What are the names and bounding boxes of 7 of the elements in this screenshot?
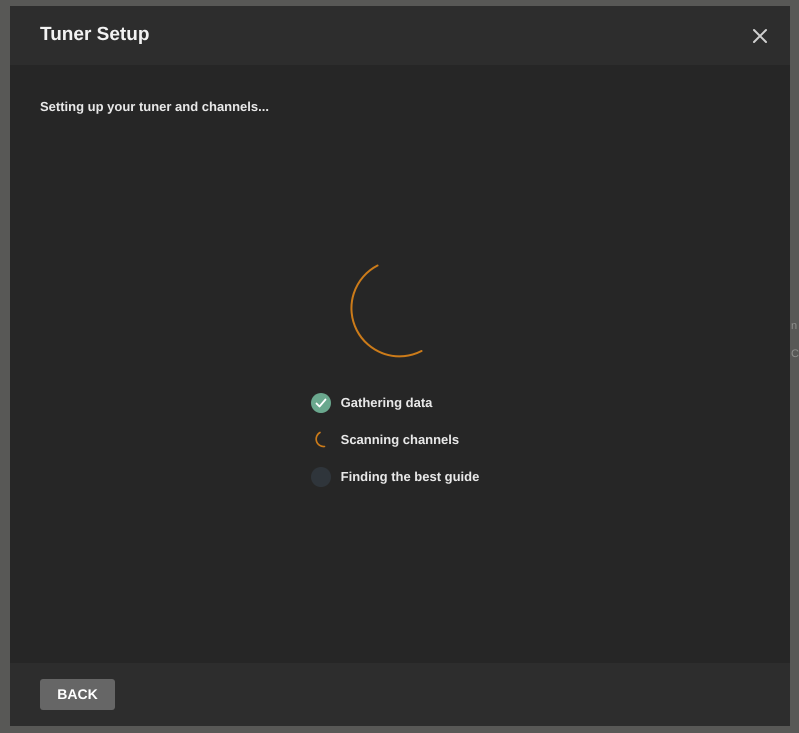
step-label: Finding the best guide: [340, 468, 480, 486]
close-icon[interactable]: [752, 28, 768, 44]
step-label: Gathering data: [340, 394, 432, 412]
back-button[interactable]: BACK: [40, 679, 115, 710]
step-label: Scanning channels: [340, 431, 460, 450]
dialog-title: Tuner Setup: [40, 23, 150, 48]
status-message: Setting up your tuner and channels...: [40, 99, 270, 115]
